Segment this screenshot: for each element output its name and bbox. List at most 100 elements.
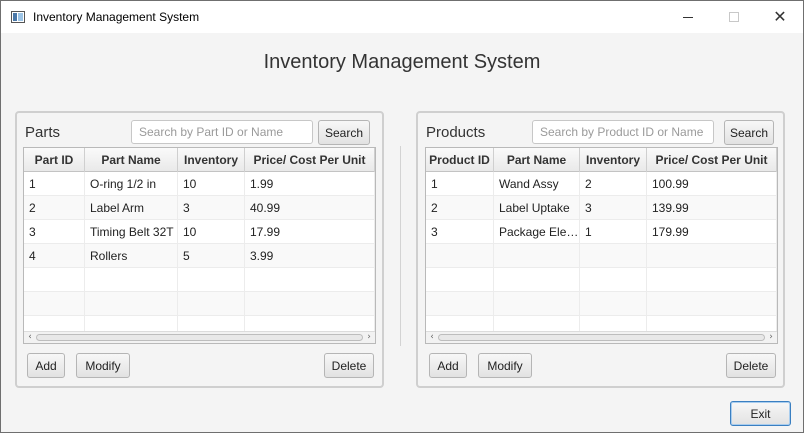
scroll-right-icon[interactable]: › (363, 332, 375, 343)
empty-cell (647, 292, 777, 316)
minimize-button[interactable] (665, 1, 711, 33)
cell-product-id: 3 (426, 220, 494, 244)
window-title: Inventory Management System (33, 10, 200, 24)
parts-search-button[interactable]: Search (318, 120, 370, 145)
cell-inventory: 3 (178, 196, 245, 220)
column-header-part-id[interactable]: Part ID (24, 148, 85, 172)
products-add-button[interactable]: Add (429, 353, 467, 378)
table-row[interactable]: 4 Rollers 5 3.99 (24, 244, 375, 268)
column-header-inventory[interactable]: Inventory (178, 148, 245, 172)
maximize-button[interactable] (711, 1, 757, 33)
parts-table-body: 1 O-ring 1/2 in 10 1.99 2 Label Arm 3 40… (24, 172, 375, 340)
cell-part-name: O-ring 1/2 in (85, 172, 178, 196)
products-panel: Products Search Product ID Part Name Inv… (416, 111, 785, 388)
cell-part-name: Label Arm (85, 196, 178, 220)
maximize-icon (729, 12, 739, 22)
empty-cell (85, 292, 178, 316)
table-row[interactable]: 3 Package Elev... 1 179.99 (426, 220, 777, 244)
cell-inventory: 1 (580, 220, 647, 244)
products-search-button[interactable]: Search (724, 120, 774, 145)
table-row[interactable]: 1 Wand Assy 2 100.99 (426, 172, 777, 196)
empty-row (24, 292, 375, 316)
table-row[interactable]: 2 Label Uptake 3 139.99 (426, 196, 777, 220)
empty-cell (647, 244, 777, 268)
scroll-left-icon[interactable]: ‹ (426, 332, 438, 343)
minimize-icon (683, 16, 693, 18)
parts-delete-button[interactable]: Delete (324, 353, 374, 378)
empty-cell (647, 268, 777, 292)
cell-part-id: 3 (24, 220, 85, 244)
products-modify-button[interactable]: Modify (478, 353, 532, 378)
empty-cell (426, 292, 494, 316)
empty-row (426, 268, 777, 292)
title-bar: Inventory Management System ✕ (1, 1, 803, 33)
empty-cell (580, 268, 647, 292)
cell-part-id: 2 (24, 196, 85, 220)
cell-product-id: 1 (426, 172, 494, 196)
parts-panel: Parts Search Part ID Part Name Inventory… (15, 111, 384, 388)
empty-cell (24, 268, 85, 292)
cell-price: 139.99 (647, 196, 777, 220)
column-header-price[interactable]: Price/ Cost Per Unit (647, 148, 777, 172)
empty-cell (24, 292, 85, 316)
column-header-inventory[interactable]: Inventory (580, 148, 647, 172)
empty-row (426, 292, 777, 316)
parts-modify-button[interactable]: Modify (76, 353, 130, 378)
column-header-part-name[interactable]: Part Name (85, 148, 178, 172)
exit-button[interactable]: Exit (730, 401, 791, 426)
scroll-left-icon[interactable]: ‹ (24, 332, 36, 343)
products-table[interactable]: Product ID Part Name Inventory Price/ Co… (425, 147, 778, 344)
cell-price: 100.99 (647, 172, 777, 196)
empty-row (426, 244, 777, 268)
products-horizontal-scrollbar[interactable]: ‹ › (426, 331, 777, 343)
app-icon (11, 11, 25, 23)
scrollbar-thumb[interactable] (36, 334, 363, 341)
products-table-header: Product ID Part Name Inventory Price/ Co… (426, 148, 777, 172)
cell-inventory: 10 (178, 172, 245, 196)
table-row[interactable]: 3 Timing Belt 32T 10 17.99 (24, 220, 375, 244)
empty-cell (245, 268, 375, 292)
cell-part-name: Timing Belt 32T (85, 220, 178, 244)
empty-cell (494, 244, 580, 268)
empty-cell (85, 268, 178, 292)
empty-cell (178, 292, 245, 316)
parts-table[interactable]: Part ID Part Name Inventory Price/ Cost … (23, 147, 376, 344)
cell-product-id: 2 (426, 196, 494, 220)
cell-price: 40.99 (245, 196, 375, 220)
empty-cell (178, 268, 245, 292)
column-header-product-id[interactable]: Product ID (426, 148, 494, 172)
parts-horizontal-scrollbar[interactable]: ‹ › (24, 331, 375, 343)
parts-search-input[interactable] (131, 120, 313, 144)
cell-inventory: 5 (178, 244, 245, 268)
close-button[interactable]: ✕ (757, 1, 803, 33)
cell-part-name: Label Uptake (494, 196, 580, 220)
cell-price: 179.99 (647, 220, 777, 244)
column-header-part-name[interactable]: Part Name (494, 148, 580, 172)
empty-cell (426, 244, 494, 268)
scroll-right-icon[interactable]: › (765, 332, 777, 343)
close-icon: ✕ (773, 7, 787, 26)
column-header-price[interactable]: Price/ Cost Per Unit (245, 148, 375, 172)
parts-add-button[interactable]: Add (27, 353, 65, 378)
cell-inventory: 10 (178, 220, 245, 244)
empty-cell (580, 292, 647, 316)
products-delete-button[interactable]: Delete (726, 353, 776, 378)
empty-cell (245, 292, 375, 316)
empty-cell (426, 268, 494, 292)
cell-part-id: 4 (24, 244, 85, 268)
table-row[interactable]: 2 Label Arm 3 40.99 (24, 196, 375, 220)
products-search-input[interactable] (532, 120, 714, 144)
cell-part-id: 1 (24, 172, 85, 196)
table-row[interactable]: 1 O-ring 1/2 in 10 1.99 (24, 172, 375, 196)
empty-cell (580, 244, 647, 268)
app-window: Inventory Management System ✕ Inventory … (0, 0, 804, 433)
parts-title: Parts (25, 124, 61, 141)
empty-row (24, 268, 375, 292)
products-table-body: 1 Wand Assy 2 100.99 2 Label Uptake 3 13… (426, 172, 777, 340)
cell-part-name: Wand Assy (494, 172, 580, 196)
cell-price: 3.99 (245, 244, 375, 268)
cell-part-name: Rollers (85, 244, 178, 268)
parts-table-header: Part ID Part Name Inventory Price/ Cost … (24, 148, 375, 172)
cell-price: 17.99 (245, 220, 375, 244)
scrollbar-thumb[interactable] (438, 334, 765, 341)
